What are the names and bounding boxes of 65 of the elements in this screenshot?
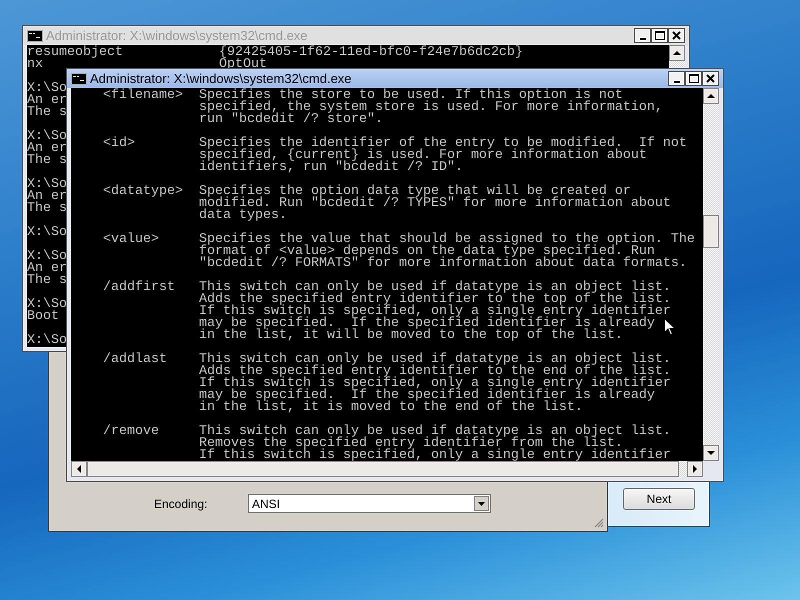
console-text: X:\So [27, 299, 67, 311]
console-text: resumeobject [27, 47, 124, 59]
option-name: /addfirst [103, 282, 176, 294]
next-button[interactable]: Next [623, 488, 695, 510]
console-text: If this switch is specified, only a single entry identifier [199, 450, 671, 461]
vertical-scrollbar[interactable] [669, 45, 685, 67]
console-text: identifiers, run "bcdedit /? ID". [199, 162, 463, 174]
option-name: <value> [103, 234, 160, 246]
console-text: The s [27, 203, 67, 215]
close-button[interactable] [668, 28, 685, 43]
scroll-thumb[interactable] [703, 215, 719, 248]
vertical-scrollbar[interactable] [703, 88, 719, 461]
console-text: nx [27, 59, 43, 71]
console-text: X:\So [27, 335, 67, 347]
scroll-down-button[interactable] [703, 445, 719, 461]
console-text: X:\So [27, 131, 67, 143]
option-name: <datatype> [103, 186, 184, 198]
resize-grip-icon [593, 517, 604, 528]
triangle-down-icon [706, 450, 716, 456]
console-text: X:\So [27, 227, 67, 239]
mouse-pointer-icon [664, 318, 676, 336]
console-text: {92425405-1f62-11ed-bfc0-f24e7b6dc2cb} [219, 47, 523, 59]
console-text: Boot [27, 311, 59, 323]
maximize-button[interactable] [651, 28, 668, 43]
console-text: in the list, it will be moved to the top of the list. [199, 330, 623, 342]
triangle-left-icon [76, 464, 82, 474]
window-title: Administrator: X:\windows\system32\cmd.exe [46, 28, 309, 43]
window-title: Administrator: X:\windows\system32\cmd.exe [90, 71, 353, 86]
scroll-left-button[interactable] [71, 461, 87, 477]
scroll-right-button[interactable] [687, 461, 703, 477]
maximize-icon [688, 74, 698, 83]
console-text: X:\So [27, 83, 67, 95]
encoding-dropdown[interactable]: ANSI [248, 494, 491, 513]
caret-icon [478, 502, 485, 506]
console-text: data types. [199, 210, 287, 222]
console-text: in the list, it is moved to the end of the list. [199, 402, 583, 414]
close-button[interactable] [702, 71, 719, 86]
minimize-button[interactable] [668, 71, 685, 86]
maximize-icon [654, 31, 664, 40]
option-name: /addlast [103, 354, 168, 366]
console-text: The s [27, 155, 67, 167]
minimize-icon [674, 81, 680, 83]
console-icon [27, 30, 43, 42]
close-icon [706, 74, 715, 83]
console-text: The s [27, 107, 67, 119]
console-text: X:\So [27, 179, 67, 191]
console-icon [71, 72, 87, 84]
triangle-right-icon [692, 464, 698, 474]
console-text: "bcdedit /? FORMATS" for more information about data formats. [199, 258, 687, 270]
option-name: <id> [103, 138, 136, 150]
encoding-label: Encoding: [154, 496, 208, 510]
console-text: X:\So [27, 251, 67, 263]
option-name: /remove [103, 426, 160, 438]
minimize-icon [640, 38, 646, 40]
triangle-up-icon [672, 50, 682, 56]
scroll-up-button[interactable] [703, 88, 719, 104]
triangle-up-icon [706, 93, 716, 99]
minimize-button[interactable] [634, 28, 651, 43]
option-name: <filename> [103, 90, 184, 102]
close-icon [672, 31, 681, 40]
scroll-up-button[interactable] [669, 45, 685, 61]
console-text: The s [27, 275, 67, 287]
console-text: OptOut [219, 59, 267, 71]
console-text: run "bcdedit /? store". [199, 114, 383, 126]
maximize-button[interactable] [685, 71, 702, 86]
